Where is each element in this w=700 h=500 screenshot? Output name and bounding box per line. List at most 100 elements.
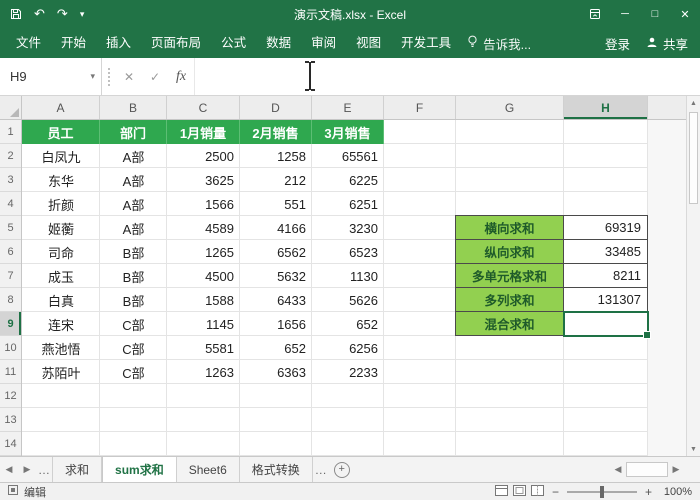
sum-label-cell[interactable]: 混合求和 bbox=[456, 312, 564, 336]
cell[interactable]: 1130 bbox=[312, 264, 384, 288]
row-header-13[interactable]: 13 bbox=[0, 408, 21, 432]
cell[interactable]: 3625 bbox=[167, 168, 240, 192]
tab-page-layout[interactable]: 页面布局 bbox=[141, 28, 211, 58]
header-cell[interactable]: 员工 bbox=[22, 120, 100, 144]
scroll-down-icon[interactable]: ▼ bbox=[687, 442, 700, 456]
page-break-view-icon[interactable] bbox=[530, 484, 544, 499]
name-box[interactable]: H9 ▾ bbox=[0, 58, 102, 95]
zoom-in-icon[interactable]: + bbox=[645, 485, 652, 499]
cell[interactable]: 白凤九 bbox=[22, 144, 100, 168]
column-header-g[interactable]: G bbox=[456, 96, 564, 119]
zoom-out-icon[interactable]: − bbox=[552, 485, 559, 499]
sign-in-button[interactable]: 登录 bbox=[605, 34, 630, 53]
cell[interactable]: 折颜 bbox=[22, 192, 100, 216]
cell[interactable]: 4500 bbox=[167, 264, 240, 288]
cell[interactable]: 1588 bbox=[167, 288, 240, 312]
tab-scroll-right-icon[interactable]: ▶ bbox=[18, 457, 36, 482]
sheet-tab-sheet6[interactable]: Sheet6 bbox=[177, 457, 240, 482]
close-button[interactable]: ✕ bbox=[670, 0, 700, 28]
column-header-e[interactable]: E bbox=[312, 96, 384, 119]
tab-developer[interactable]: 开发工具 bbox=[391, 28, 461, 58]
row-header-14[interactable]: 14 bbox=[0, 432, 21, 456]
cell[interactable]: 5581 bbox=[167, 336, 240, 360]
cell[interactable]: 6523 bbox=[312, 240, 384, 264]
active-cell-h9[interactable] bbox=[563, 311, 651, 339]
redo-icon[interactable]: ↷ bbox=[57, 6, 68, 22]
sum-label-cell[interactable]: 横向求和 bbox=[456, 216, 564, 240]
sum-label-cell[interactable]: 多单元格求和 bbox=[456, 264, 564, 288]
cancel-icon[interactable]: ✕ bbox=[116, 58, 142, 95]
cell[interactable]: A部 bbox=[100, 216, 167, 240]
tab-overflow-end[interactable]: … bbox=[313, 457, 329, 482]
cell[interactable]: 1145 bbox=[167, 312, 240, 336]
cell[interactable]: C部 bbox=[100, 336, 167, 360]
cell[interactable]: 1265 bbox=[167, 240, 240, 264]
column-header-a[interactable]: A bbox=[22, 96, 100, 119]
name-box-dropdown-icon[interactable]: ▾ bbox=[90, 71, 101, 82]
enter-icon[interactable]: ✓ bbox=[142, 58, 168, 95]
row-header-11[interactable]: 11 bbox=[0, 360, 21, 384]
cell[interactable]: 白真 bbox=[22, 288, 100, 312]
cell[interactable]: 司命 bbox=[22, 240, 100, 264]
tab-home[interactable]: 开始 bbox=[51, 28, 96, 58]
tab-review[interactable]: 审阅 bbox=[301, 28, 346, 58]
cell[interactable]: 2500 bbox=[167, 144, 240, 168]
tab-formulas[interactable]: 公式 bbox=[211, 28, 256, 58]
cell[interactable]: 苏陌叶 bbox=[22, 360, 100, 384]
header-cell[interactable]: 1月销量 bbox=[167, 120, 240, 144]
tab-scroll-left-icon[interactable]: ◀ bbox=[0, 457, 18, 482]
row-header-6[interactable]: 6 bbox=[0, 240, 21, 264]
row-header-8[interactable]: 8 bbox=[0, 288, 21, 312]
cell[interactable]: B部 bbox=[100, 288, 167, 312]
cell[interactable]: 3230 bbox=[312, 216, 384, 240]
cell[interactable]: 551 bbox=[240, 192, 312, 216]
undo-icon[interactable]: ↶ bbox=[34, 6, 45, 22]
vertical-scrollbar[interactable]: ▲ ▼ bbox=[686, 96, 700, 456]
cell[interactable]: 成玉 bbox=[22, 264, 100, 288]
row-header-4[interactable]: 4 bbox=[0, 192, 21, 216]
cell[interactable]: 652 bbox=[240, 336, 312, 360]
horizontal-scrollbar-thumb[interactable] bbox=[626, 462, 668, 477]
tab-overflow-start[interactable]: … bbox=[36, 457, 52, 482]
row-header-7[interactable]: 7 bbox=[0, 264, 21, 288]
cell[interactable]: 东华 bbox=[22, 168, 100, 192]
page-layout-view-icon[interactable] bbox=[512, 484, 526, 499]
cell[interactable]: 6225 bbox=[312, 168, 384, 192]
sum-value-cell[interactable]: 8211 bbox=[564, 264, 648, 288]
tell-me-box[interactable]: 告诉我... bbox=[467, 34, 531, 53]
row-header-10[interactable]: 10 bbox=[0, 336, 21, 360]
cell[interactable]: 姬蘅 bbox=[22, 216, 100, 240]
cell[interactable]: 6562 bbox=[240, 240, 312, 264]
column-header-c[interactable]: C bbox=[167, 96, 240, 119]
insert-function-icon[interactable]: fx bbox=[168, 58, 194, 95]
cell[interactable]: 5632 bbox=[240, 264, 312, 288]
header-cell[interactable]: 3月销售 bbox=[312, 120, 384, 144]
cell[interactable]: A部 bbox=[100, 144, 167, 168]
cell[interactable]: 652 bbox=[312, 312, 384, 336]
scroll-right-icon[interactable]: ▶ bbox=[668, 464, 684, 475]
column-header-d[interactable]: D bbox=[240, 96, 312, 119]
save-icon[interactable] bbox=[10, 8, 22, 20]
horizontal-scrollbar[interactable]: ◀ ▶ bbox=[610, 457, 700, 482]
cell[interactable]: 连宋 bbox=[22, 312, 100, 336]
macro-record-icon[interactable] bbox=[8, 485, 18, 498]
cell[interactable]: C部 bbox=[100, 312, 167, 336]
scroll-left-icon[interactable]: ◀ bbox=[610, 464, 626, 475]
sum-label-cell[interactable]: 多列求和 bbox=[456, 288, 564, 312]
cell[interactable]: 1566 bbox=[167, 192, 240, 216]
cell[interactable]: B部 bbox=[100, 264, 167, 288]
zoom-slider-thumb[interactable] bbox=[599, 485, 604, 498]
sheet-tab-sum-qiuhe-active[interactable]: sum求和 bbox=[102, 457, 177, 482]
select-all-corner[interactable] bbox=[0, 96, 22, 119]
sum-value-cell[interactable]: 33485 bbox=[564, 240, 648, 264]
minimize-button[interactable]: ─ bbox=[610, 0, 640, 28]
tab-file[interactable]: 文件 bbox=[6, 28, 51, 58]
sum-value-cell[interactable]: 69319 bbox=[564, 216, 648, 240]
cell[interactable]: 燕池悟 bbox=[22, 336, 100, 360]
vertical-scrollbar-thumb[interactable] bbox=[689, 112, 698, 204]
cell[interactable]: C部 bbox=[100, 360, 167, 384]
cell[interactable]: 4166 bbox=[240, 216, 312, 240]
cell[interactable]: 1263 bbox=[167, 360, 240, 384]
cell[interactable]: 6363 bbox=[240, 360, 312, 384]
cell[interactable]: 212 bbox=[240, 168, 312, 192]
